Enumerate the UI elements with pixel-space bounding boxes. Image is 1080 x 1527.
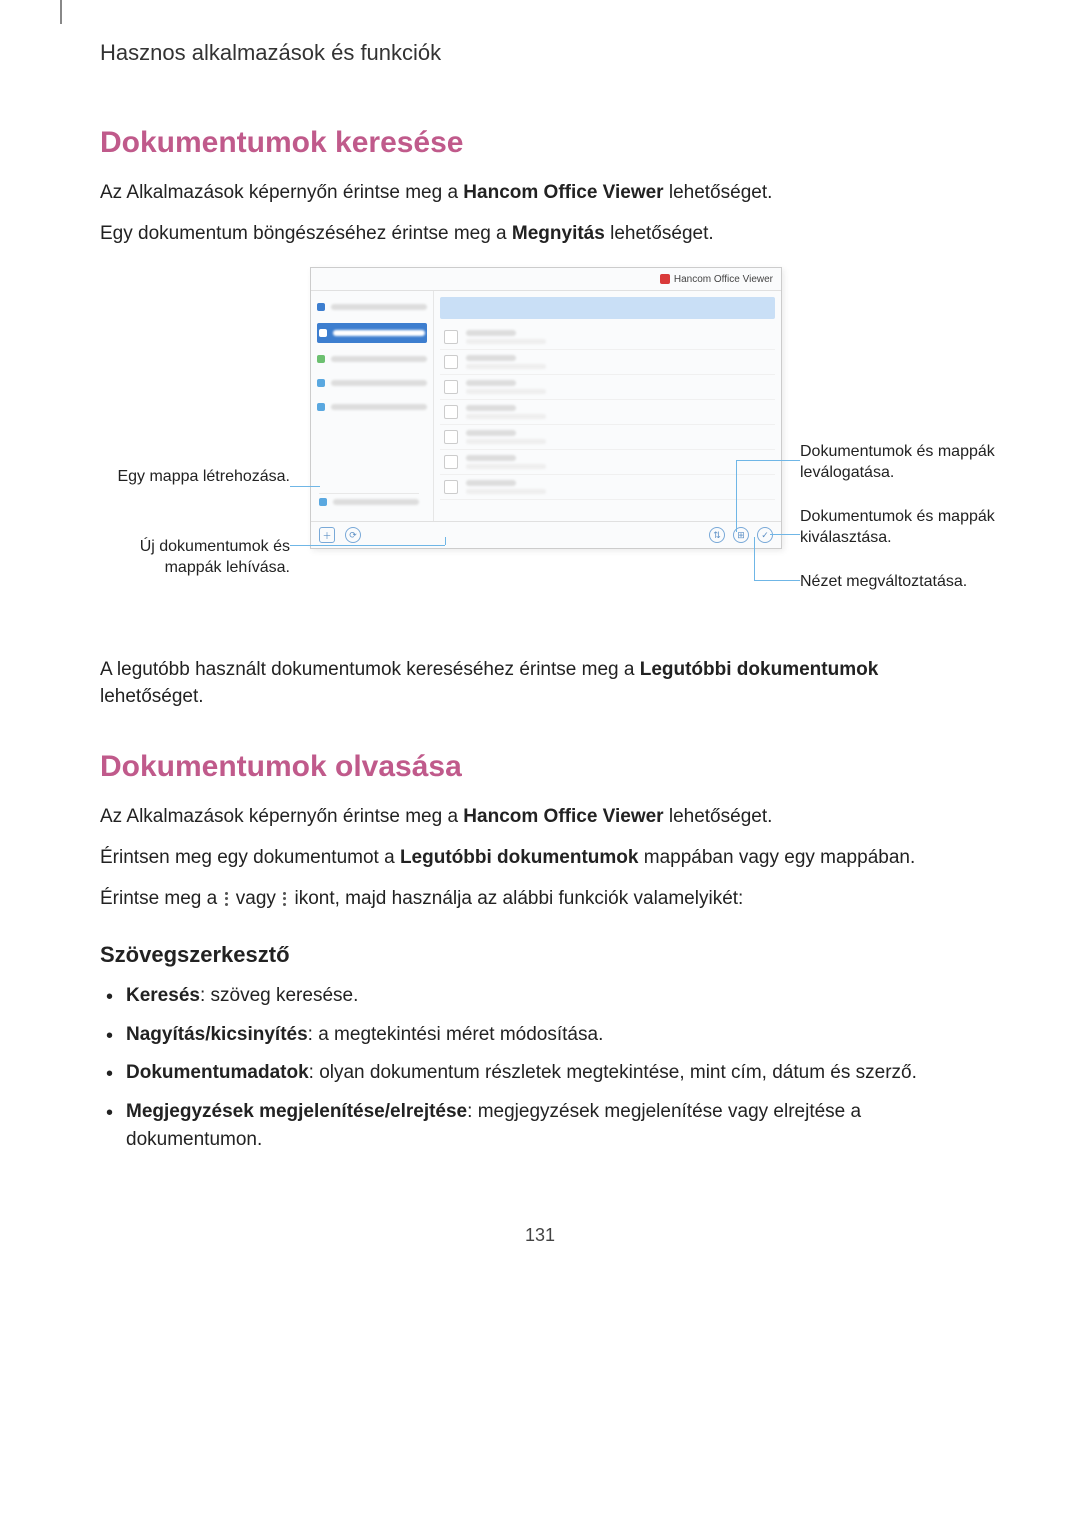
more-vert-icon — [283, 892, 287, 906]
hancom-logo-icon — [660, 274, 670, 284]
figure-app-screenshot: Hancom Office Viewer — [100, 267, 980, 627]
feature-list: Keresés: szöveg keresése. Nagyítás/kicsi… — [100, 982, 980, 1155]
select-icon[interactable]: ✓ — [757, 527, 773, 543]
sidebar-add-item[interactable] — [319, 493, 419, 510]
section-title-search: Dokumentumok keresése — [100, 126, 980, 160]
tab-mark — [60, 0, 62, 24]
callout-create-folder: Egy mappa létrehozása. — [100, 467, 290, 488]
para-s2-1: Az Alkalmazások képernyőn érintse meg a … — [100, 804, 980, 831]
callout-sort: Dokumentumok és mappák leválogatása. — [800, 442, 1000, 484]
para-s1-2: Egy dokumentum böngészéséhez érintse meg… — [100, 221, 980, 248]
callout-select: Dokumentumok és mappák kiválasztása. — [800, 507, 1000, 549]
app-sidebar — [311, 291, 434, 521]
section-title-read: Dokumentumok olvasása — [100, 750, 980, 784]
feature-item: Dokumentumadatok: olyan dokumentum részl… — [100, 1059, 980, 1088]
refresh-icon[interactable]: ⟳ — [345, 527, 361, 543]
breadcrumb: Hasznos alkalmazások és funkciók — [100, 40, 980, 66]
para-s1-1: Az Alkalmazások képernyőn érintse meg a … — [100, 180, 980, 207]
app-main-header — [440, 297, 775, 319]
feature-item: Megjegyzések megjelenítése/elrejtése: me… — [100, 1098, 980, 1155]
para-s1-3: A legutóbb használt dokumentumok keresés… — [100, 657, 980, 710]
app-brand-label: Hancom Office Viewer — [674, 274, 773, 285]
new-folder-icon[interactable]: ＋ — [319, 527, 335, 543]
app-file-list — [434, 325, 781, 521]
feature-item: Nagyítás/kicsinyítés: a megtekintési mér… — [100, 1021, 980, 1050]
app-window: Hancom Office Viewer — [310, 267, 782, 549]
para-s2-2: Érintsen meg egy dokumentumot a Legutóbb… — [100, 845, 980, 872]
page-number: 131 — [100, 1225, 980, 1246]
feature-item: Keresés: szöveg keresése. — [100, 982, 980, 1011]
callout-view: Nézet megváltoztatása. — [800, 572, 1000, 593]
more-vert-icon — [225, 892, 229, 906]
callout-new-docs: Új dokumentumok és mappák lehívása. — [100, 537, 290, 579]
para-s2-3: Érintse meg a vagy ikont, majd használja… — [100, 886, 980, 913]
sort-icon[interactable]: ⇅ — [709, 527, 725, 543]
subheading-texteditor: Szövegszerkesztő — [100, 942, 980, 968]
